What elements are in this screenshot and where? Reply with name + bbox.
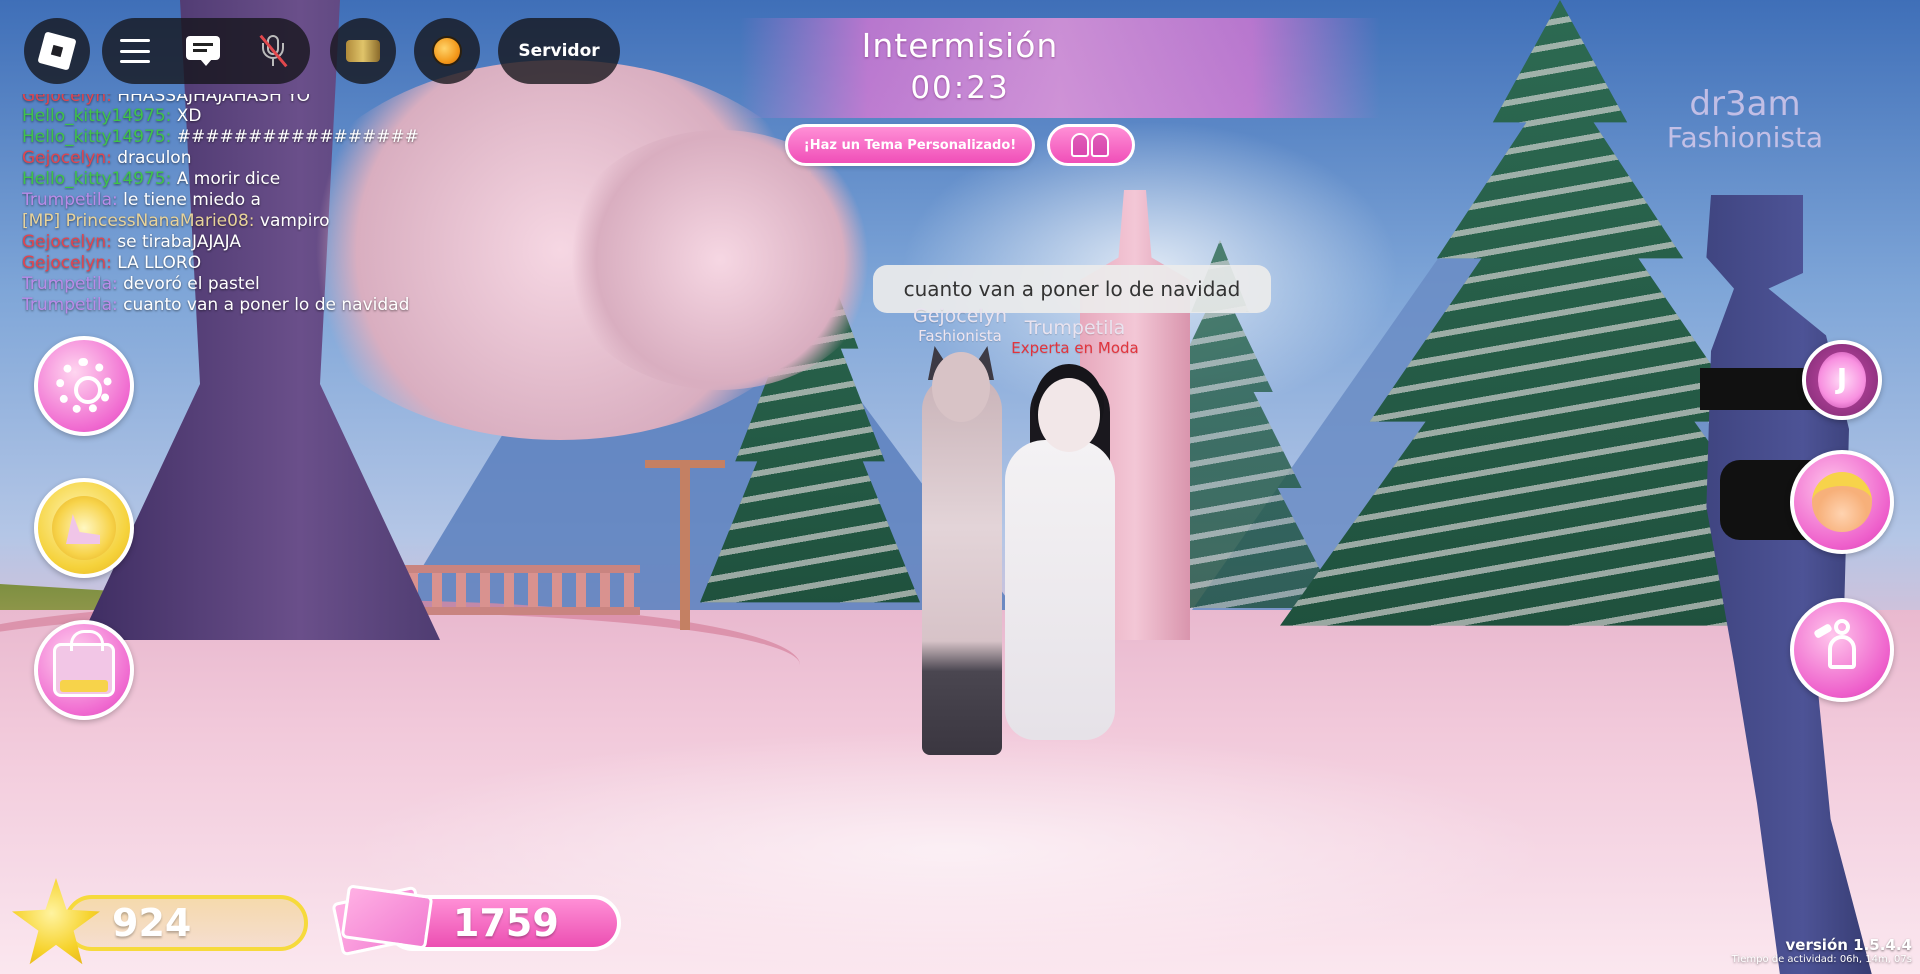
nametag-trumpetila: Trumpetila Experta en Moda — [1000, 317, 1150, 357]
nametag-title: Experta en Moda — [1011, 339, 1139, 357]
pose-button[interactable] — [1790, 598, 1894, 702]
mannequin-nametag: dr3am Fashionista — [1660, 86, 1830, 154]
chat-message-author[interactable]: Hello_kitty14975: — [22, 127, 171, 147]
chat-message-text: cuanto van a poner lo de navidad — [123, 295, 410, 315]
chat-message-text: draculon — [117, 148, 192, 168]
mannequin-name: dr3am — [1689, 84, 1801, 124]
stars-counter[interactable]: 924 — [64, 895, 308, 951]
chat-message-author[interactable]: Gejocelyn: — [22, 148, 112, 168]
chat-message: Trumpetila: cuanto van a poner lo de nav… — [22, 295, 482, 316]
nametag-name: Trumpetila — [1024, 317, 1126, 339]
version-label: versión 1.5.4.4 — [1785, 936, 1912, 954]
player-avatar-gejocelyn[interactable] — [922, 375, 1002, 755]
chat-message-author[interactable]: Trumpetila: — [22, 190, 118, 210]
duo-icon — [1069, 131, 1113, 159]
chat-message: Gejocelyn: HHASSAJHAJAHASH YO — [22, 94, 482, 106]
chat-message: Gejocelyn: draculon — [22, 148, 482, 169]
jpop-icon — [1818, 352, 1866, 408]
chat-message: Hello_kitty14975: A morir dice — [22, 169, 482, 190]
chat-message: Trumpetila: le tiene miedo a — [22, 190, 482, 211]
chat-message-text: LA LLORO — [117, 253, 202, 273]
avatar-head — [1038, 378, 1100, 452]
chat-message-author[interactable]: Hello_kitty14975: — [22, 169, 171, 189]
player-avatar-trumpetila[interactable] — [1005, 440, 1115, 740]
cash-icon — [331, 880, 434, 957]
chat-message: Trumpetila: devoró el pastel — [22, 274, 482, 295]
chat-message: Gejocelyn: LA LLORO — [22, 253, 482, 274]
chat-message-author[interactable]: Trumpetila: — [22, 274, 118, 294]
chat-message: Gejocelyn: se tirabaJAJAJA — [22, 232, 482, 253]
avatar-head — [932, 352, 990, 422]
phase-title: Intermisión — [861, 26, 1059, 65]
chat-message-author[interactable]: [MP] PrincessNanaMarie08: — [22, 211, 255, 231]
cash-value: 1759 — [453, 901, 559, 945]
chat-log[interactable]: Gejocelyn: HHASSAJHAJAHASH YO Hello_kitty… — [22, 94, 482, 316]
chat-message: Hello_kitty14975: XD — [22, 106, 482, 127]
chat-message-text: A morir dice — [176, 169, 281, 189]
street-lamp — [645, 460, 725, 630]
avatar-editor-button[interactable] — [1790, 450, 1894, 554]
chat-message: Hello_kitty14975: ################# — [22, 127, 482, 148]
jpop-button[interactable] — [1802, 340, 1882, 420]
heels-icon — [52, 496, 116, 560]
outfits-button[interactable] — [34, 478, 134, 578]
chat-message-text: vampiro — [259, 211, 330, 231]
settings-button[interactable] — [34, 336, 134, 436]
chat-message-author[interactable]: Gejocelyn: — [22, 94, 112, 106]
chat-message-text: HHASSAJHAJAHASH YO — [117, 94, 310, 106]
custom-theme-button[interactable]: ¡Haz un Tema Personalizado! — [785, 124, 1035, 166]
chat-message-author[interactable]: Gejocelyn: — [22, 253, 112, 273]
gear-icon — [56, 358, 112, 414]
chat-message-text: se tirabaJAJAJA — [117, 232, 242, 252]
chat-message: [MP] PrincessNanaMarie08: vampiro — [22, 211, 482, 232]
chat-message-text: ################# — [176, 127, 419, 147]
stars-value: 924 — [112, 901, 192, 945]
shop-button[interactable] — [34, 620, 134, 720]
chat-message-author[interactable]: Hello_kitty14975: — [22, 106, 171, 126]
bag-icon — [53, 630, 115, 697]
mannequin-title: Fashionista — [1666, 121, 1824, 154]
version-info: versión 1.5.4.4 Tiempo de actividad: 06h… — [1732, 936, 1912, 965]
chat-message-text: le tiene miedo a — [123, 190, 261, 210]
chat-message-text: XD — [176, 106, 202, 126]
chat-message-author[interactable]: Gejocelyn: — [22, 232, 112, 252]
blossom-canopy — [560, 130, 880, 390]
duo-button[interactable] — [1047, 124, 1135, 166]
chat-message-text: devoró el pastel — [123, 274, 260, 294]
activity-time: Tiempo de actividad: 06h, 14m, 07s — [1731, 954, 1912, 965]
pose-icon — [1812, 617, 1872, 683]
chat-message-author[interactable]: Trumpetila: — [22, 295, 118, 315]
face-icon — [1812, 472, 1872, 532]
